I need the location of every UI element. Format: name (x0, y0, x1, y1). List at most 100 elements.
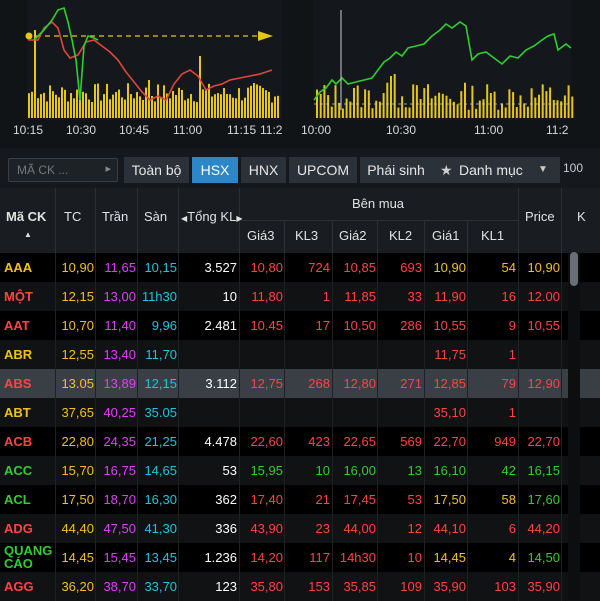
cell-ceiling: 24,35 (103, 434, 136, 449)
volume-bar (211, 96, 213, 118)
volume-bar (274, 96, 276, 118)
cell-bid-vol-1: 54 (501, 260, 516, 275)
cell-bid-vol-1: 1 (508, 347, 516, 362)
table-row[interactable]: MỘT 12,15 13,00 11h30 10 11,80 1 11,85 33 11,90 16… (0, 282, 600, 311)
table-row[interactable]: ADG 44,40 47,50 41,30 336 43,90 23 44,00 12 44,10… (0, 514, 600, 543)
cell-bid-price-1: 10,55 (433, 318, 466, 333)
volume-bar (49, 85, 51, 118)
cell-stock-code[interactable]: MỘT (4, 282, 33, 311)
volume-bar (408, 107, 411, 118)
cell-reference: 12,55 (61, 347, 94, 362)
volume-bar (37, 98, 39, 118)
col-bid-price-2[interactable]: Giá2 (339, 228, 366, 243)
cell-bid-vol-1: 103 (494, 579, 516, 594)
cell-bid-vol-2: 33 (407, 289, 422, 304)
cell-stock-code[interactable]: ABT (4, 398, 31, 427)
cell-bid-vol-3: 17 (315, 318, 330, 333)
col-bid-vol-3[interactable]: KL3 (295, 228, 318, 243)
volume-bar (478, 100, 481, 118)
cell-stock-code[interactable]: AAA (4, 253, 32, 282)
col-stock-code[interactable]: Mã CK (6, 209, 46, 224)
table-row[interactable]: AGG 36,20 38,70 33,70 123 35,80 153 35,85 109 35,… (0, 572, 600, 601)
col-bid-vol-1[interactable]: KL1 (481, 228, 504, 243)
cell-bid-price-3: 35,80 (250, 579, 283, 594)
table-row[interactable]: ABT 37,65 40,25 35.05 35,10 1 (0, 398, 600, 427)
volume-bar (268, 91, 270, 118)
cell-stock-code[interactable]: ACL (4, 485, 31, 514)
volume-bar (341, 108, 344, 118)
tab-hnx[interactable]: HNX (241, 157, 286, 183)
cell-bid-price-3: 43,90 (250, 521, 283, 536)
cell-stock-code[interactable]: ACC (4, 456, 32, 485)
tab-upcom[interactable]: UPCOM (289, 157, 357, 183)
col-bid-price-1[interactable]: Giá1 (432, 228, 459, 243)
table-row[interactable]: QUANG CÁO 14,45 15,45 13,45 1.236 14,20 117 14h… (0, 543, 600, 572)
volume-bar (139, 96, 141, 118)
volume-bar (526, 106, 529, 118)
cell-stock-code[interactable]: ACB (4, 427, 32, 456)
volume-bar (386, 82, 389, 118)
table-row[interactable]: ACL 17,50 18,70 16,30 362 17,40 21 17,45 53 17,50… (0, 485, 600, 514)
tab-hsx[interactable]: HSX (192, 157, 238, 183)
table-row[interactable]: ABR 12,55 13,40 11,70 11,75 1 (0, 340, 600, 369)
cell-reference: 36,20 (61, 579, 94, 594)
cell-ceiling: 15,45 (103, 550, 136, 565)
cell-bid-vol-2: 109 (400, 579, 422, 594)
cell-bid-vol-3: 21 (315, 492, 330, 507)
cell-floor: 11,70 (145, 347, 177, 362)
col-bid-price-3[interactable]: Giá3 (247, 228, 274, 243)
volume-bar (247, 87, 249, 118)
cell-bid-price-3: 12,75 (250, 376, 283, 391)
cell-floor: 14,65 (144, 463, 177, 478)
stock-code-search[interactable]: MÃ CK ... ▸ (8, 158, 118, 182)
cell-bid-price-2: 35,85 (343, 579, 376, 594)
tab-watchlist[interactable]: ★ Danh mục ▼ (432, 157, 560, 183)
scrollbar-thumb[interactable] (570, 252, 578, 286)
volume-bar (330, 106, 333, 118)
cell-price: 12,90 (527, 376, 560, 391)
table-row[interactable]: AAA 10,90 11,65 10,15 3.527 10,80 724 10,85 693 1… (0, 253, 600, 282)
volume-bar (205, 90, 207, 118)
cell-bid-vol-2: 12 (407, 521, 422, 536)
table-row[interactable]: ACB 22,80 24,35 21,25 4.478 22,60 423 22,65 569 2… (0, 427, 600, 456)
cell-stock-code[interactable]: ABR (4, 340, 32, 369)
volume-bar (541, 84, 544, 118)
left-time-tick: 10:45 (119, 123, 150, 137)
cell-stock-code[interactable]: ABS (4, 369, 31, 398)
volume-bar (371, 108, 374, 118)
cell-stock-code[interactable]: ADG (4, 514, 33, 543)
cell-bid-vol-1: 949 (494, 434, 516, 449)
col-reference[interactable]: TC (64, 209, 81, 224)
cell-stock-code[interactable]: AAT (4, 311, 30, 340)
volume-bar (217, 93, 219, 118)
volume-bar (52, 91, 54, 118)
table-row[interactable]: ABS 13.05 13,89 12,15 3.112 12,75 268 12,80 271 1… (0, 369, 600, 398)
col-price[interactable]: Price (525, 209, 555, 224)
tab-derivatives[interactable]: Phái sinh (360, 157, 432, 183)
cell-bid-price-1: 11,75 (434, 347, 466, 362)
volume-bar (467, 109, 470, 118)
cell-total-volume: 336 (215, 521, 237, 536)
table-row[interactable]: AAT 10,70 11,40 9,96 2.481 10.45 17 10,50 286 10,… (0, 311, 600, 340)
cell-bid-vol-3: 23 (315, 521, 330, 536)
col-bid-vol-2[interactable]: KL2 (389, 228, 412, 243)
scrollbar-track[interactable] (568, 253, 580, 600)
cell-bid-price-1: 11,90 (434, 289, 466, 304)
volume-bar (88, 99, 90, 118)
volume-bar (353, 87, 355, 118)
cell-stock-code[interactable]: QUANG CÁO (4, 544, 54, 573)
volume-bar (393, 74, 396, 118)
cell-stock-code[interactable]: AGG (4, 572, 34, 601)
volume-bar (512, 92, 515, 118)
cell-bid-vol-2 (378, 340, 422, 369)
tab-all[interactable]: Toàn bộ (124, 157, 189, 183)
col-total-volume[interactable]: ◀Tổng KL▶ (181, 209, 242, 224)
price-board-header: Mã CK ▲ TC Trần Sàn ◀Tổng KL▶ Bên mua Gi… (0, 188, 600, 253)
col-extra[interactable]: K (577, 209, 586, 224)
cell-bid-price-3: 14,20 (250, 550, 283, 565)
table-row[interactable]: ACC 15,70 16,75 14,65 53 15,95 10 16,00 13 16,10 4… (0, 456, 600, 485)
volume-bar (271, 102, 273, 118)
cell-floor: 35.05 (144, 405, 177, 420)
col-ceiling[interactable]: Trần (102, 209, 128, 224)
col-floor[interactable]: Sàn (144, 209, 167, 224)
